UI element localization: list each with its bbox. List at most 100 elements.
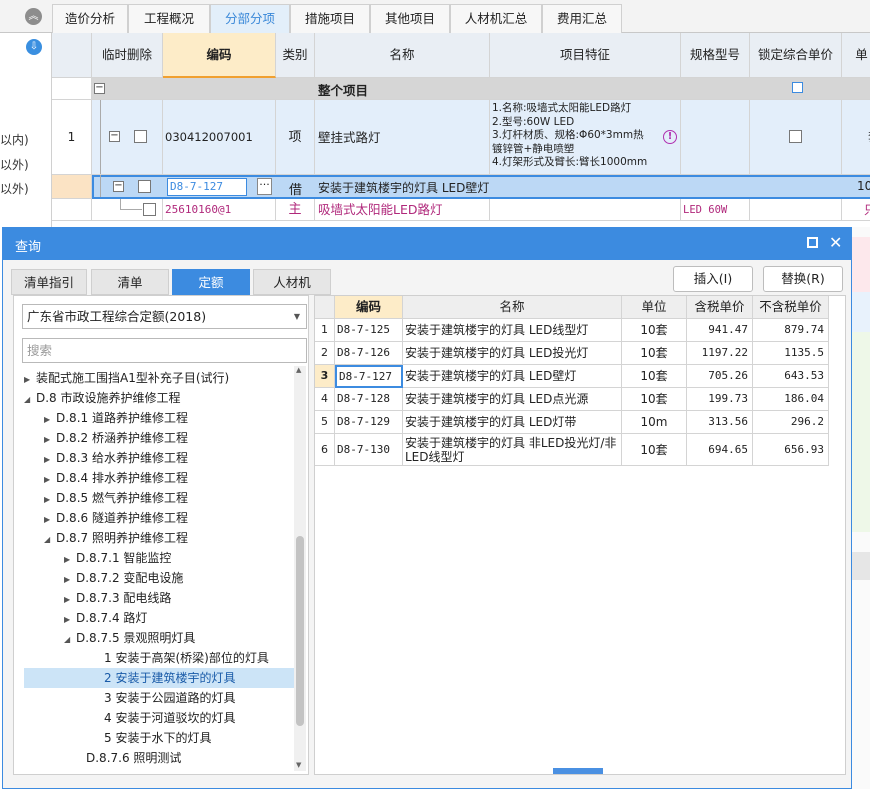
tab-project-overview[interactable]: 工程概况	[128, 4, 210, 33]
tree-item[interactable]: ◢ D.8 市政设施养护维修工程	[24, 388, 181, 408]
expand-arrow-icon: ▶	[44, 435, 51, 444]
collapse-arrow-icon: ◢	[44, 535, 51, 544]
close-icon[interactable]: ✕	[829, 233, 842, 252]
more-button[interactable]: ···	[257, 178, 272, 195]
header-code[interactable]: 编码	[163, 33, 276, 78]
tab-quota[interactable]: 定额	[172, 269, 250, 295]
scroll-thumb[interactable]	[296, 536, 304, 726]
splitter-handle[interactable]	[553, 768, 603, 774]
row3-code[interactable]: 25610160@1	[163, 199, 276, 221]
delete-checkbox[interactable]	[134, 130, 147, 143]
tab-cost-summary[interactable]: 费用汇总	[542, 4, 622, 33]
tab-other-items[interactable]: 其他项目	[370, 4, 450, 33]
row1-spec[interactable]	[681, 100, 750, 175]
result-row-name[interactable]: 安装于建筑楼宇的灯具 LED点光源	[403, 388, 622, 411]
tab-labor-material[interactable]: 人材机汇总	[450, 4, 542, 33]
lock-checkbox[interactable]	[789, 130, 802, 143]
result-row-num: 5	[315, 411, 335, 434]
result-row-name[interactable]: 安装于建筑楼宇的灯具 LED线型灯	[403, 319, 622, 342]
tree-item[interactable]: 3 安装于公园道路的灯具	[104, 688, 235, 708]
expand-down-icon[interactable]: ⇩	[26, 39, 42, 55]
tab-cost-analysis[interactable]: 造价分析	[52, 4, 128, 33]
dialog-title-bar[interactable]: 查询 ✕	[3, 228, 851, 260]
tree-item[interactable]: 4 安装于河道驳坎的灯具	[104, 708, 235, 728]
row1-code[interactable]: 030412007001	[163, 100, 276, 175]
delete-checkbox[interactable]	[138, 180, 151, 193]
tab-labor-material[interactable]: 人材机	[253, 269, 331, 295]
collapse-icon[interactable]: −	[94, 83, 105, 94]
bill-grid: 临时删除 编码 类别 名称 项目特征 规格型号 锁定综合单价 单 − 整个项目 …	[52, 33, 870, 233]
tree-item[interactable]: ▶ D.8.6 隧道养护维修工程	[44, 508, 188, 528]
tree-item[interactable]: ▶ D.8.1 道路养护维修工程	[44, 408, 188, 428]
result-header-notax-price[interactable]: 不含税单价	[753, 296, 829, 319]
tree-label: D.8.7.4 路灯	[76, 611, 148, 625]
tree-item[interactable]: ▶ D.8.5 燃气养护维修工程	[44, 488, 188, 508]
tree-item[interactable]: ▶ D.8.2 桥涵养护维修工程	[44, 428, 188, 448]
collapse-icon[interactable]: ︽	[25, 8, 42, 25]
result-row-name[interactable]: 安装于建筑楼宇的灯具 非LED投光灯/非LED线型灯	[403, 434, 622, 466]
result-row-code[interactable]: D8-7-126	[335, 342, 403, 365]
library-select[interactable]: 广东省市政工程综合定额(2018) ▼	[22, 304, 307, 329]
result-row-code[interactable]: D8-7-125	[335, 319, 403, 342]
tree-item[interactable]: ◢ D.8.7.5 景观照明灯具	[64, 628, 195, 648]
row1-lock[interactable]	[750, 100, 842, 175]
maximize-icon[interactable]	[807, 237, 818, 248]
delete-checkbox[interactable]	[143, 203, 156, 216]
tree-item[interactable]: ▶ D.8.7.3 配电线路	[64, 588, 171, 608]
tab-bill-guide[interactable]: 清单指引	[11, 269, 87, 295]
replace-button[interactable]: 替换(R)	[763, 266, 843, 292]
tree-item[interactable]: 5 安装于水下的灯具	[104, 728, 211, 748]
collapse-icon[interactable]: −	[113, 181, 124, 192]
row2-code-editor[interactable]: D8-7-127	[167, 178, 247, 196]
info-icon[interactable]: !	[663, 130, 677, 144]
result-row-code[interactable]: D8-7-128	[335, 388, 403, 411]
tab-bill[interactable]: 清单	[91, 269, 169, 295]
result-row-name[interactable]: 安装于建筑楼宇的灯具 LED投光灯	[403, 342, 622, 365]
tree-item[interactable]: ◢ D.8.7 照明养护维修工程	[44, 528, 188, 548]
result-header-tax-price[interactable]: 含税单价	[687, 296, 753, 319]
row3-temp-delete[interactable]	[92, 199, 163, 221]
row1-features[interactable]: 1.名称:吸墙式太阳能LED路灯 2.型号:60W LED 3.灯杆材质、规格:…	[490, 100, 681, 175]
scroll-down-icon[interactable]: ▼	[296, 761, 301, 769]
tree-line	[120, 209, 142, 210]
result-row-notax: 643.53	[753, 365, 829, 388]
result-header-name[interactable]: 名称	[403, 296, 622, 319]
row3-name[interactable]: 吸墙式太阳能LED路灯	[315, 199, 490, 221]
tree-item[interactable]: 1 安装于高架(桥梁)部位的灯具	[104, 648, 269, 668]
result-row-code[interactable]: D8-7-130	[335, 434, 403, 466]
result-row-notax: 879.74	[753, 319, 829, 342]
tree-scrollbar[interactable]: ▲ ▼	[294, 366, 306, 771]
result-row-name[interactable]: 安装于建筑楼宇的灯具 LED灯带	[403, 411, 622, 434]
result-row-code-selected[interactable]: D8-7-127	[335, 365, 403, 388]
tree-item[interactable]: ▶ D.8.7.1 智能监控	[64, 548, 171, 568]
row2-name[interactable]: 安装于建筑楼宇的灯具 LED壁灯	[318, 179, 489, 196]
row1-name[interactable]: 壁挂式路灯	[315, 100, 490, 175]
result-row-notax: 296.2	[753, 411, 829, 434]
group-row[interactable]: − 整个项目	[92, 78, 870, 100]
scroll-up-icon[interactable]: ▲	[296, 366, 301, 374]
tab-measures[interactable]: 措施项目	[290, 4, 370, 33]
result-row-code[interactable]: D8-7-129	[335, 411, 403, 434]
row1-temp-delete[interactable]: −	[92, 100, 163, 175]
tree-item[interactable]: ▶ D.8.3 给水养护维修工程	[44, 448, 188, 468]
row3-spec[interactable]: LED 60W	[681, 199, 750, 221]
result-row-unit: 10套	[622, 434, 687, 466]
result-header-code[interactable]: 编码	[335, 296, 403, 319]
tree-item[interactable]: ▶ D.8.7.4 路灯	[64, 608, 147, 628]
group-lock-checkbox[interactable]	[792, 82, 803, 93]
tree-item[interactable]: ▶ 装配式施工围挡A1型补充子目(试行)	[24, 368, 229, 388]
tree-item-selected[interactable]: 2 安装于建筑楼宇的灯具	[24, 668, 294, 688]
tree-item[interactable]: ▶ D.8.4 排水养护维修工程	[44, 468, 188, 488]
tree-item[interactable]: ▶ D.8.7.2 变配电设施	[64, 568, 183, 588]
row3-features[interactable]	[490, 199, 681, 221]
result-row-num: 2	[315, 342, 335, 365]
result-row-name[interactable]: 安装于建筑楼宇的灯具 LED壁灯	[403, 365, 622, 388]
row3-lock[interactable]	[750, 199, 842, 221]
collapse-icon[interactable]: −	[109, 131, 120, 142]
tree-item[interactable]: D.8.7.6 照明测试	[86, 748, 181, 768]
insert-button[interactable]: 插入(I)	[673, 266, 753, 292]
edge-block	[852, 332, 870, 532]
result-header-unit[interactable]: 单位	[622, 296, 687, 319]
search-input[interactable]: 搜索	[22, 338, 307, 363]
tab-subdivision[interactable]: 分部分项	[210, 4, 290, 33]
